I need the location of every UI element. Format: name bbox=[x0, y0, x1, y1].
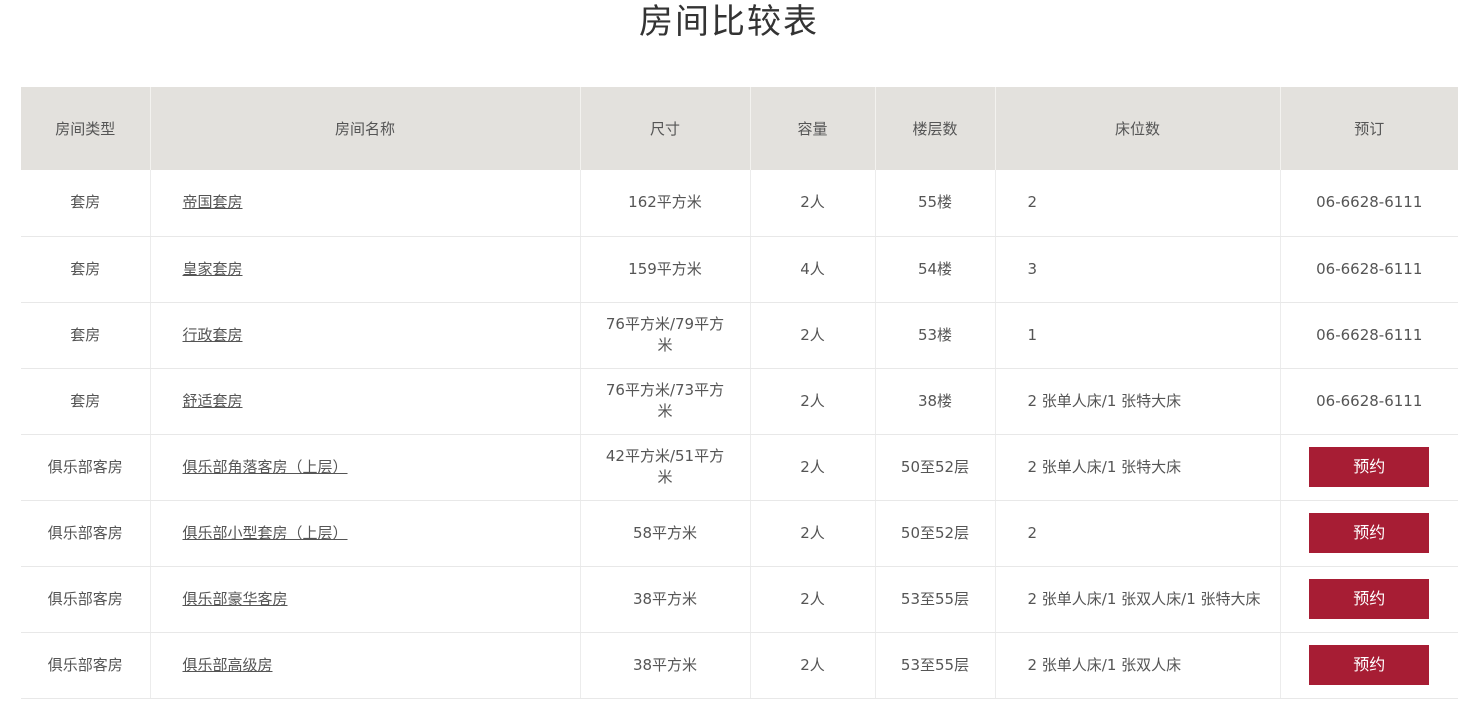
room-name-link[interactable]: 皇家套房 bbox=[183, 260, 243, 278]
floors-cell: 53至55层 bbox=[874, 632, 995, 699]
page-title: 房间比较表 bbox=[639, 2, 819, 42]
size-cell: 58平方米 bbox=[579, 500, 750, 567]
capacity-cell: 2人 bbox=[749, 566, 875, 633]
size-cell: 42平方米/51平方米 bbox=[579, 434, 750, 501]
room-name-link[interactable]: 舒适套房 bbox=[183, 392, 243, 410]
capacity-cell: 2人 bbox=[749, 368, 875, 435]
floors-cell: 53楼 bbox=[874, 302, 995, 369]
table-row: 套房 皇家套房 159平方米 4人 54楼 3 06-6628-6111 bbox=[21, 236, 1458, 303]
size-cell: 38平方米 bbox=[579, 632, 750, 699]
room-type-cell: 俱乐部客房 bbox=[21, 566, 150, 633]
header-capacity: 容量 bbox=[749, 87, 875, 170]
floors-cell: 55楼 bbox=[874, 170, 995, 237]
header-beds: 床位数 bbox=[994, 87, 1280, 170]
book-button[interactable]: 预约 bbox=[1309, 447, 1430, 487]
beds-cell: 2 张单人床/1 张特大床 bbox=[994, 434, 1280, 501]
size-cell: 162平方米 bbox=[579, 170, 750, 237]
room-comparison-table: 房间类型 房间名称 尺寸 容量 楼层数 床位数 预订 套房 帝国套房 162平方… bbox=[21, 87, 1458, 699]
table-header-row: 房间类型 房间名称 尺寸 容量 楼层数 床位数 预订 bbox=[21, 87, 1458, 170]
header-room-name: 房间名称 bbox=[149, 87, 580, 170]
capacity-cell: 2人 bbox=[749, 434, 875, 501]
room-type-cell: 套房 bbox=[21, 302, 150, 369]
beds-cell: 1 bbox=[994, 302, 1280, 369]
table-row: 俱乐部客房 俱乐部豪华客房 38平方米 2人 53至55层 2 张单人床/1 张… bbox=[21, 566, 1458, 633]
table-row: 套房 帝国套房 162平方米 2人 55楼 2 06-6628-6111 bbox=[21, 170, 1458, 237]
booking-phone: 06-6628-6111 bbox=[1316, 391, 1423, 410]
table-row: 俱乐部客房 俱乐部小型套房（上层） 58平方米 2人 50至52层 2 预约 bbox=[21, 500, 1458, 567]
booking-phone: 06-6628-6111 bbox=[1316, 259, 1423, 278]
capacity-cell: 4人 bbox=[749, 236, 875, 303]
beds-cell: 2 bbox=[994, 500, 1280, 567]
room-type-cell: 俱乐部客房 bbox=[21, 500, 150, 567]
table-row: 套房 舒适套房 76平方米/73平方米 2人 38楼 2 张单人床/1 张特大床… bbox=[21, 368, 1458, 435]
room-type-cell: 套房 bbox=[21, 236, 150, 303]
booking-phone: 06-6628-6111 bbox=[1316, 325, 1423, 344]
floors-cell: 54楼 bbox=[874, 236, 995, 303]
header-room-type: 房间类型 bbox=[21, 87, 150, 170]
table-row: 俱乐部客房 俱乐部角落客房（上层） 42平方米/51平方米 2人 50至52层 … bbox=[21, 434, 1458, 501]
room-type-cell: 俱乐部客房 bbox=[21, 632, 150, 699]
capacity-cell: 2人 bbox=[749, 632, 875, 699]
book-button[interactable]: 预约 bbox=[1309, 645, 1430, 685]
book-button[interactable]: 预约 bbox=[1309, 513, 1430, 553]
room-name-link[interactable]: 俱乐部豪华客房 bbox=[183, 590, 288, 608]
booking-phone: 06-6628-6111 bbox=[1316, 193, 1423, 212]
room-name-link[interactable]: 帝国套房 bbox=[183, 193, 243, 211]
size-cell: 159平方米 bbox=[579, 236, 750, 303]
table-row: 俱乐部客房 俱乐部高级房 38平方米 2人 53至55层 2 张单人床/1 张双… bbox=[21, 632, 1458, 699]
size-cell: 76平方米/79平方米 bbox=[579, 302, 750, 369]
capacity-cell: 2人 bbox=[749, 500, 875, 567]
table-row: 套房 行政套房 76平方米/79平方米 2人 53楼 1 06-6628-611… bbox=[21, 302, 1458, 369]
beds-cell: 3 bbox=[994, 236, 1280, 303]
floors-cell: 38楼 bbox=[874, 368, 995, 435]
room-name-link[interactable]: 俱乐部小型套房（上层） bbox=[183, 524, 348, 542]
room-name-link[interactable]: 俱乐部高级房 bbox=[183, 656, 273, 674]
floors-cell: 53至55层 bbox=[874, 566, 995, 633]
header-size: 尺寸 bbox=[579, 87, 750, 170]
floors-cell: 50至52层 bbox=[874, 500, 995, 567]
size-cell: 76平方米/73平方米 bbox=[579, 368, 750, 435]
room-type-cell: 俱乐部客房 bbox=[21, 434, 150, 501]
room-name-link[interactable]: 行政套房 bbox=[183, 326, 243, 344]
header-booking: 预订 bbox=[1279, 87, 1458, 170]
beds-cell: 2 bbox=[994, 170, 1280, 237]
beds-cell: 2 张单人床/1 张特大床 bbox=[994, 368, 1280, 435]
book-button[interactable]: 预约 bbox=[1309, 579, 1430, 619]
beds-cell: 2 张单人床/1 张双人床/1 张特大床 bbox=[994, 566, 1280, 633]
room-name-link[interactable]: 俱乐部角落客房（上层） bbox=[183, 458, 348, 476]
room-comparison-page: 房间比较表 房间类型 房间名称 尺寸 容量 楼层数 床位数 预订 套房 帝国套房… bbox=[0, 0, 1458, 706]
size-cell: 38平方米 bbox=[579, 566, 750, 633]
capacity-cell: 2人 bbox=[749, 302, 875, 369]
header-floors: 楼层数 bbox=[874, 87, 995, 170]
room-type-cell: 套房 bbox=[21, 368, 150, 435]
floors-cell: 50至52层 bbox=[874, 434, 995, 501]
beds-cell: 2 张单人床/1 张双人床 bbox=[994, 632, 1280, 699]
capacity-cell: 2人 bbox=[749, 170, 875, 237]
room-type-cell: 套房 bbox=[21, 170, 150, 237]
